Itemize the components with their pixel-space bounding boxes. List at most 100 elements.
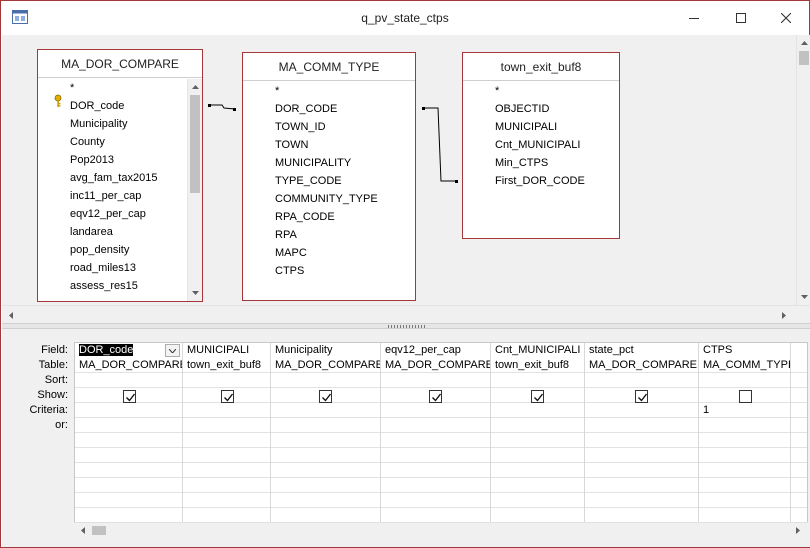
- table-title[interactable]: town_exit_buf8: [463, 53, 619, 81]
- field-item[interactable]: TYPE_CODE: [275, 172, 342, 190]
- grid-column-ctps[interactable]: CTPS MA_COMM_TYPE 1: [699, 343, 791, 535]
- field-item[interactable]: *: [70, 79, 74, 97]
- field-item[interactable]: COMMUNITY_TYPE: [275, 190, 378, 208]
- field-item[interactable]: RPA: [275, 226, 297, 244]
- grid-column-empty[interactable]: [791, 343, 807, 535]
- field-item[interactable]: RPA_CODE: [275, 208, 335, 226]
- table-title[interactable]: MA_DOR_COMPARE: [38, 50, 202, 78]
- field-cell[interactable]: state_pct: [585, 343, 698, 358]
- table-town-exit-buf8[interactable]: town_exit_buf8 * OBJECTID MUNICIPALI Cnt…: [462, 52, 620, 239]
- field-item[interactable]: TOWN: [275, 136, 308, 154]
- field-item[interactable]: TOWN_ID: [275, 118, 326, 136]
- field-item[interactable]: OBJECTID: [495, 100, 549, 118]
- chevron-down-icon: [169, 348, 176, 353]
- grid-column-state-pct[interactable]: state_pct MA_DOR_COMPARE: [585, 343, 699, 535]
- scroll-thumb[interactable]: [799, 51, 809, 65]
- field-item[interactable]: avg_fam_tax2015: [70, 169, 157, 187]
- maximize-icon: [736, 13, 746, 23]
- table-cell[interactable]: MA_DOR_COMPARE: [75, 358, 182, 373]
- field-item[interactable]: Cnt_MUNICIPALI: [495, 136, 580, 154]
- field-item[interactable]: Min_CTPS: [495, 154, 548, 172]
- field-item[interactable]: Municipality: [70, 115, 127, 133]
- field-item[interactable]: DOR_code: [70, 97, 124, 115]
- field-cell[interactable]: eqv12_per_cap: [381, 343, 490, 358]
- show-checkbox[interactable]: [531, 390, 544, 403]
- field-item[interactable]: landarea: [70, 223, 113, 241]
- query-design-window: q_pv_state_ctps MA_DOR_COMPARE * DOR_cod…: [0, 0, 810, 548]
- field-item[interactable]: MAPC: [275, 244, 307, 262]
- grid-column-cnt-municipali[interactable]: Cnt_MUNICIPALI town_exit_buf8: [491, 343, 585, 535]
- scroll-left-arrow-icon[interactable]: [5, 308, 17, 322]
- field-list: * OBJECTID MUNICIPALI Cnt_MUNICIPALI Min…: [463, 82, 619, 238]
- table-ma-dor-compare[interactable]: MA_DOR_COMPARE * DOR_code Municipality C…: [37, 49, 203, 302]
- field-cell[interactable]: Municipality: [271, 343, 380, 358]
- field-item[interactable]: DOR_CODE: [275, 100, 337, 118]
- scroll-thumb[interactable]: [190, 95, 200, 193]
- design-pane-vertical-scrollbar[interactable]: [796, 35, 810, 305]
- scroll-down-arrow-icon[interactable]: [797, 291, 810, 303]
- query-design-grid[interactable]: DOR_code MA_DOR_COMPARE MUNICIPALI town_…: [74, 342, 808, 536]
- grid-column-municipali[interactable]: MUNICIPALI town_exit_buf8: [183, 343, 271, 535]
- show-checkbox[interactable]: [123, 390, 136, 403]
- splitter-grip-icon[interactable]: [388, 325, 426, 328]
- table-cell[interactable]: MA_DOR_COMPARE: [381, 358, 490, 373]
- table-scrollbar[interactable]: [187, 79, 202, 301]
- criteria-cell[interactable]: 1: [699, 403, 790, 418]
- show-checkbox[interactable]: [429, 390, 442, 403]
- table-cell[interactable]: town_exit_buf8: [183, 358, 270, 373]
- field-cell-value[interactable]: DOR_code: [79, 344, 134, 356]
- field-cell[interactable]: Cnt_MUNICIPALI: [491, 343, 584, 358]
- scroll-up-arrow-icon[interactable]: [188, 81, 203, 93]
- table-cell[interactable]: MA_DOR_COMPARE: [271, 358, 380, 373]
- table-design-pane[interactable]: MA_DOR_COMPARE * DOR_code Municipality C…: [2, 35, 796, 305]
- field-item[interactable]: MUNICIPALI: [495, 118, 557, 136]
- show-checkbox[interactable]: [319, 390, 332, 403]
- grid-column-eqv12-per-cap[interactable]: eqv12_per_cap MA_DOR_COMPARE: [381, 343, 491, 535]
- close-button[interactable]: [763, 1, 809, 35]
- field-item[interactable]: County: [70, 133, 105, 151]
- show-checkbox[interactable]: [635, 390, 648, 403]
- table-title[interactable]: MA_COMM_TYPE: [243, 53, 415, 81]
- field-cell[interactable]: MUNICIPALI: [183, 343, 270, 358]
- table-cell[interactable]: MA_COMM_TYPE: [699, 358, 790, 373]
- join-line-2: [424, 107, 457, 182]
- table-cell[interactable]: town_exit_buf8: [491, 358, 584, 373]
- scroll-up-arrow-icon[interactable]: [797, 37, 810, 49]
- field-item[interactable]: road_miles13: [70, 259, 136, 277]
- grid-column-dor-code[interactable]: DOR_code MA_DOR_COMPARE: [75, 343, 183, 535]
- maximize-button[interactable]: [718, 1, 764, 35]
- field-dropdown-button[interactable]: [165, 344, 180, 357]
- table-ma-comm-type[interactable]: MA_COMM_TYPE * DOR_CODE TOWN_ID TOWN MUN…: [242, 52, 416, 301]
- minimize-icon: [689, 17, 699, 19]
- key-icon: [54, 94, 64, 108]
- scroll-left-arrow-icon[interactable]: [77, 524, 89, 537]
- row-label-or: or:: [55, 419, 68, 431]
- grid-column-municipality[interactable]: Municipality MA_DOR_COMPARE: [271, 343, 381, 535]
- show-checkbox[interactable]: [739, 390, 752, 403]
- field-item[interactable]: Pop2013: [70, 151, 114, 169]
- field-item[interactable]: eqv12_per_cap: [70, 205, 146, 223]
- field-item[interactable]: First_DOR_CODE: [495, 172, 585, 190]
- show-checkbox[interactable]: [221, 390, 234, 403]
- field-cell[interactable]: CTPS: [699, 343, 790, 358]
- scroll-right-arrow-icon[interactable]: [792, 524, 804, 537]
- design-pane-horizontal-scrollbar[interactable]: [2, 305, 810, 323]
- field-item[interactable]: CTPS: [275, 262, 304, 280]
- join-line-1: [209, 104, 236, 110]
- field-item[interactable]: assess_res15: [70, 277, 138, 295]
- minimize-button[interactable]: [671, 1, 717, 35]
- field-item[interactable]: MUNICIPALITY: [275, 154, 351, 172]
- table-cell[interactable]: MA_DOR_COMPARE: [585, 358, 698, 373]
- grid-horizontal-scrollbar[interactable]: [74, 522, 808, 537]
- close-icon: [781, 13, 791, 23]
- field-list: * DOR_code Municipality County Pop2013 a…: [38, 79, 202, 301]
- field-item[interactable]: *: [495, 82, 499, 100]
- field-item[interactable]: inc11_per_cap: [70, 187, 141, 205]
- scroll-thumb[interactable]: [92, 526, 106, 535]
- scroll-down-arrow-icon[interactable]: [188, 287, 203, 299]
- field-item[interactable]: pop_density: [70, 241, 129, 259]
- field-item[interactable]: *: [275, 82, 279, 100]
- query-grid-pane: Field: Table: Sort: Show: Criteria: or: …: [2, 329, 810, 547]
- row-label-sort: Sort:: [44, 374, 68, 386]
- scroll-right-arrow-icon[interactable]: [778, 308, 790, 322]
